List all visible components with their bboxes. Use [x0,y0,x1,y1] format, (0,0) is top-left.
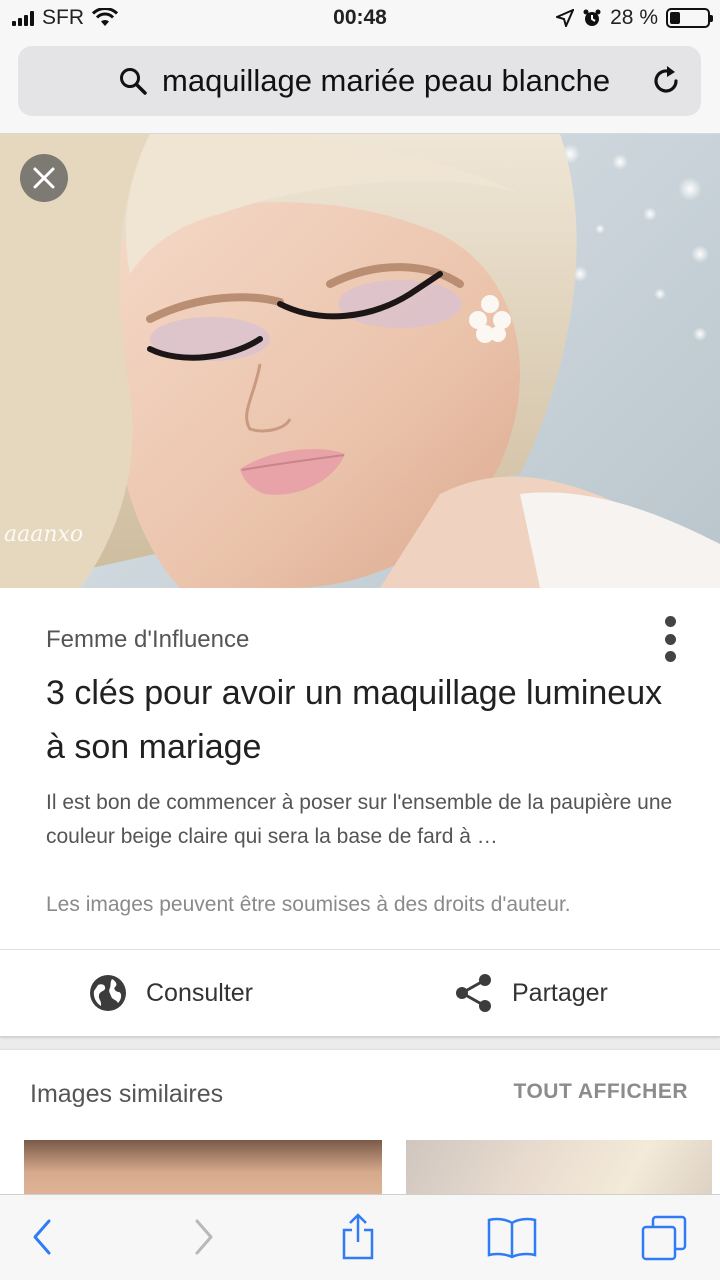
tabs-button[interactable] [638,1211,690,1263]
address-bar-area: maquillage mariée peau blanche [0,40,720,134]
similar-images-section: Images similaires TOUT AFFICHER [0,1050,720,1200]
consult-button[interactable]: Consulter [88,968,253,1018]
battery-level [670,12,681,24]
browser-toolbar [0,1194,720,1280]
card-divider [0,949,720,950]
search-icon [120,68,147,95]
similar-image-thumbnail[interactable] [24,1140,382,1200]
copyright-notice: Les images peuvent être soumises à des d… [46,893,571,916]
similar-images-title: Images similaires [30,1080,224,1108]
result-title[interactable]: 3 clés pour avoir un maquillage lumineux… [46,666,666,774]
portrait-illustration [0,134,720,588]
battery-percent: 28 % [610,6,658,29]
close-icon [33,167,55,189]
battery-icon [666,8,713,28]
bookmarks-button[interactable] [486,1211,538,1263]
chevron-left-icon [33,1219,51,1255]
chevron-right-icon [195,1219,213,1255]
status-bar: SFR 00:48 28 % [0,0,720,40]
share-label: Partager [512,978,608,1007]
forward-button[interactable] [178,1211,230,1263]
alarm-icon [583,9,601,26]
result-card: Femme d'Influence 3 clés pour avoir un m… [0,588,720,1036]
globe-icon [90,975,126,1011]
close-button[interactable] [20,154,68,202]
share-icon [456,974,491,1012]
status-right: 28 % [556,6,713,30]
reload-icon[interactable] [649,64,683,98]
address-bar[interactable]: maquillage mariée peau blanche [18,46,701,116]
source-name: Femme d'Influence [46,626,250,653]
share-sheet-icon [342,1213,374,1260]
search-query: maquillage mariée peau blanche [162,63,611,98]
tabs-icon [641,1215,687,1261]
more-vertical-icon[interactable] [658,616,682,662]
result-snippet: Il est bon de commencer à poser sur l'en… [46,791,673,848]
back-button[interactable] [16,1211,68,1263]
consult-label: Consulter [146,978,253,1007]
share-button[interactable]: Partager [454,968,608,1018]
share-sheet-button[interactable] [332,1211,384,1263]
book-icon [487,1217,537,1259]
show-all-link[interactable]: TOUT AFFICHER [514,1080,689,1104]
result-image[interactable]: aaanxo [0,134,720,588]
image-watermark: aaanxo [4,522,84,547]
similar-image-thumbnail[interactable] [406,1140,712,1200]
location-arrow-icon [556,9,575,27]
